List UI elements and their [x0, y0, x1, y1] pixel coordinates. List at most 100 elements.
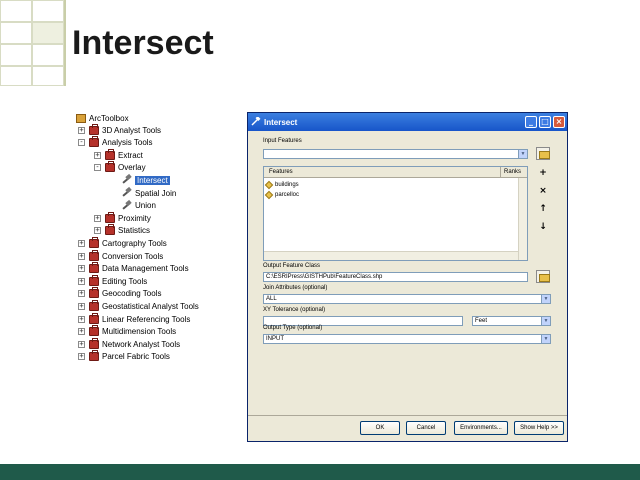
output-feature-class-field[interactable]: C:\ESRIPress\GISTHPub\FeatureClass.shp: [263, 272, 528, 282]
tree-item[interactable]: + Linear Referencing Tools: [78, 312, 191, 325]
tree-item[interactable]: + Conversion Tools: [78, 249, 164, 262]
tree-item-label: Data Management Tools: [102, 264, 189, 274]
chevron-down-icon[interactable]: ▼: [541, 335, 550, 343]
expand-icon[interactable]: +: [78, 315, 85, 323]
tree-item[interactable]: + Parcel Fabric Tools: [78, 350, 170, 363]
browse-output-folder-icon[interactable]: [536, 270, 550, 283]
toolbox-icon: [89, 123, 99, 135]
dialog-titlebar[interactable]: Intersect _ □ ×: [248, 113, 567, 131]
vertical-scrollbar[interactable]: [518, 178, 527, 260]
xy-tolerance-units-combo[interactable]: Feet ▼: [472, 316, 551, 326]
tree-item[interactable]: - Analysis Tools: [78, 136, 153, 149]
environments-button[interactable]: Environments...: [454, 421, 508, 435]
tree-item-label: Cartography Tools: [102, 238, 167, 248]
feature-layer-icon: [264, 180, 274, 189]
arrow-down-icon[interactable]: ↓: [536, 221, 550, 234]
chevron-down-icon[interactable]: ▼: [541, 295, 550, 303]
toolbox-icon: [89, 337, 99, 349]
expand-icon[interactable]: +: [78, 277, 85, 285]
table-row[interactable]: buildings: [264, 180, 299, 189]
expand-icon[interactable]: +: [78, 290, 85, 298]
tree-item-label: Conversion Tools: [102, 251, 164, 261]
browse-input-folder-icon[interactable]: [536, 147, 550, 160]
show-help-button[interactable]: Show Help >>: [514, 421, 564, 435]
tree-item-label: Linear Referencing Tools: [102, 314, 191, 324]
maximize-button[interactable]: □: [539, 116, 551, 128]
tree-item[interactable]: + Data Management Tools: [78, 262, 189, 275]
tree-item[interactable]: + Proximity: [94, 211, 151, 224]
tree-item-label: Proximity: [118, 213, 151, 223]
tree-item[interactable]: Intersect: [110, 174, 170, 186]
tree-item[interactable]: + Network Analyst Tools: [78, 337, 181, 350]
expand-icon[interactable]: +: [78, 302, 85, 310]
toolbox-icon: [89, 249, 99, 261]
toolbox-icon: [89, 312, 99, 324]
collapse-icon[interactable]: -: [78, 139, 85, 147]
tree-item-label: Multidimension Tools: [102, 327, 177, 337]
expand-icon[interactable]: +: [78, 328, 85, 336]
minimize-button[interactable]: _: [525, 116, 537, 128]
output-type-combo[interactable]: INPUT ▼: [263, 334, 551, 344]
toolbox-icon: [89, 287, 99, 299]
tree-item[interactable]: + Statistics: [94, 224, 150, 237]
output-feature-class-label: Output Feature Class: [263, 263, 321, 269]
expand-icon[interactable]: +: [78, 239, 85, 247]
add-icon[interactable]: +: [536, 167, 550, 180]
tree-item[interactable]: Spatial Join: [110, 187, 176, 199]
ranks-column-header[interactable]: Ranks: [504, 169, 521, 175]
features-table-header: Features Ranks: [264, 167, 527, 178]
feature-name: parcelloc: [275, 191, 300, 198]
expand-icon[interactable]: +: [78, 265, 85, 273]
tree-item-label: Spatial Join: [135, 188, 177, 198]
hammer-icon: [121, 188, 132, 198]
tree-item[interactable]: Union: [110, 200, 156, 212]
expand-icon[interactable]: +: [78, 353, 85, 361]
horizontal-scrollbar[interactable]: [264, 251, 518, 260]
output-type-label: Output Type (optional): [263, 325, 323, 331]
tree-item[interactable]: + Geostatistical Analyst Tools: [78, 299, 199, 312]
input-features-combo[interactable]: ▼: [263, 149, 528, 159]
remove-icon[interactable]: ×: [536, 185, 550, 198]
chevron-down-icon[interactable]: ▼: [518, 150, 527, 158]
tree-item-label: Analysis Tools: [102, 138, 153, 148]
chevron-down-icon[interactable]: ▼: [541, 317, 550, 325]
hammer-icon: [251, 117, 261, 126]
tree-item-label: Geocoding Tools: [102, 289, 162, 299]
dialog-divider: [248, 415, 567, 416]
decorative-divider: [64, 0, 66, 86]
tree-item[interactable]: + Geocoding Tools: [78, 287, 162, 300]
toolbox-icon: [89, 299, 99, 311]
expand-icon[interactable]: +: [78, 252, 85, 260]
table-row[interactable]: parcelloc: [264, 190, 300, 199]
expand-icon[interactable]: +: [94, 214, 101, 222]
expand-icon[interactable]: +: [78, 340, 85, 348]
expand-icon[interactable]: +: [78, 126, 85, 134]
tree-item-label: Network Analyst Tools: [102, 339, 181, 349]
tree-item[interactable]: - Overlay: [94, 161, 146, 174]
tree-item[interactable]: + Extract: [94, 148, 143, 161]
expand-icon[interactable]: +: [94, 151, 101, 159]
feature-name: buildings: [275, 181, 299, 188]
dialog-title: Intersect: [264, 117, 298, 127]
collapse-icon[interactable]: -: [94, 164, 101, 172]
ok-button[interactable]: OK: [360, 421, 400, 435]
column-divider: [500, 167, 501, 178]
tree-item[interactable]: + Multidimension Tools: [78, 325, 177, 338]
arrow-up-icon[interactable]: ↑: [536, 203, 550, 216]
tree-item[interactable]: + Editing Tools: [78, 274, 147, 287]
tree-item-label: 3D Analyst Tools: [102, 125, 161, 135]
cancel-button[interactable]: Cancel: [406, 421, 446, 435]
tree-item-label: Union: [135, 201, 156, 211]
expand-icon[interactable]: +: [94, 227, 101, 235]
feature-layer-icon: [264, 190, 274, 199]
xy-tolerance-units-value: Feet: [475, 318, 488, 324]
tree-item[interactable]: + Cartography Tools: [78, 236, 167, 249]
close-button[interactable]: ×: [553, 116, 565, 128]
features-table: Features Ranks buildings parcelloc: [263, 166, 528, 261]
tree-item[interactable]: +3D Analyst Tools: [78, 123, 161, 136]
hammer-icon: [121, 175, 132, 185]
output-type-value: INPUT: [266, 336, 284, 342]
features-column-header[interactable]: Features: [269, 169, 293, 175]
tree-root[interactable]: ArcToolbox: [76, 112, 129, 124]
join-attributes-combo[interactable]: ALL ▼: [263, 294, 551, 304]
